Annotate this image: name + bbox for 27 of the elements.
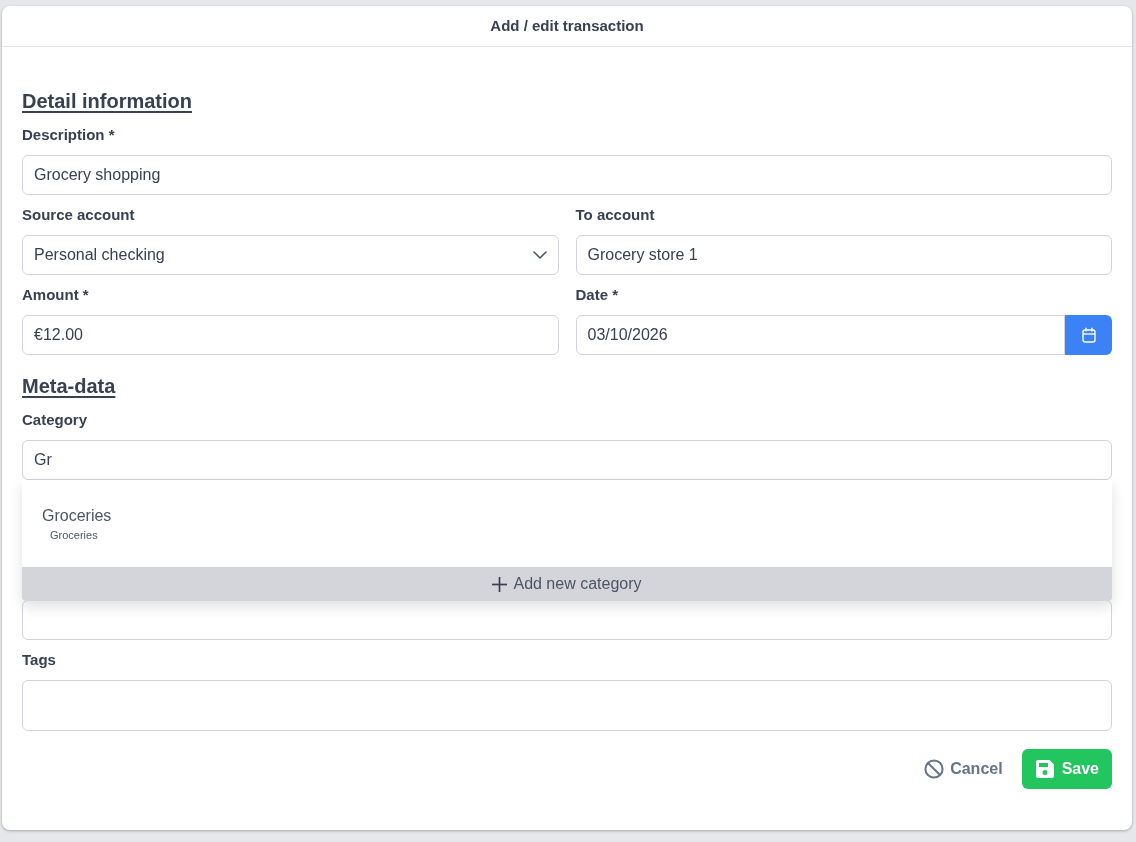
dialog-title: Add / edit transaction [490, 15, 644, 36]
cancel-button[interactable]: Cancel [924, 749, 1003, 789]
suggestion-item[interactable]: Groceries [42, 506, 112, 526]
section-heading: Detail information [22, 89, 192, 113]
calendar-button[interactable] [1065, 315, 1112, 355]
section-heading: Meta-data [22, 374, 116, 398]
field-label: Tags [22, 650, 56, 670]
date-field[interactable]: 03/10/2026 [575, 315, 1065, 355]
field-label: Description * [22, 125, 115, 145]
field-label: Amount * [22, 285, 89, 305]
field-label: Source account [22, 205, 135, 225]
field-label: Date * [575, 285, 619, 305]
text-field[interactable]: Grocery shopping [22, 155, 1112, 195]
suggestion-path: Groceries [50, 528, 98, 542]
text-field[interactable]: €12.00 [22, 315, 559, 355]
add-category-button[interactable]: Add new category [22, 567, 1112, 601]
select-field[interactable]: Personal checking [22, 235, 559, 275]
text-field[interactable] [22, 600, 1112, 640]
calendar-icon [1081, 327, 1096, 343]
field-label: To account [575, 205, 655, 225]
field-label: Category [22, 410, 88, 430]
ban-icon [924, 759, 945, 779]
plus-icon [492, 576, 508, 592]
text-area[interactable] [22, 680, 1112, 731]
text-field[interactable]: Gr [22, 440, 1112, 480]
text-field[interactable]: Grocery store 1 [575, 235, 1112, 275]
chevron-down-icon [532, 251, 547, 259]
